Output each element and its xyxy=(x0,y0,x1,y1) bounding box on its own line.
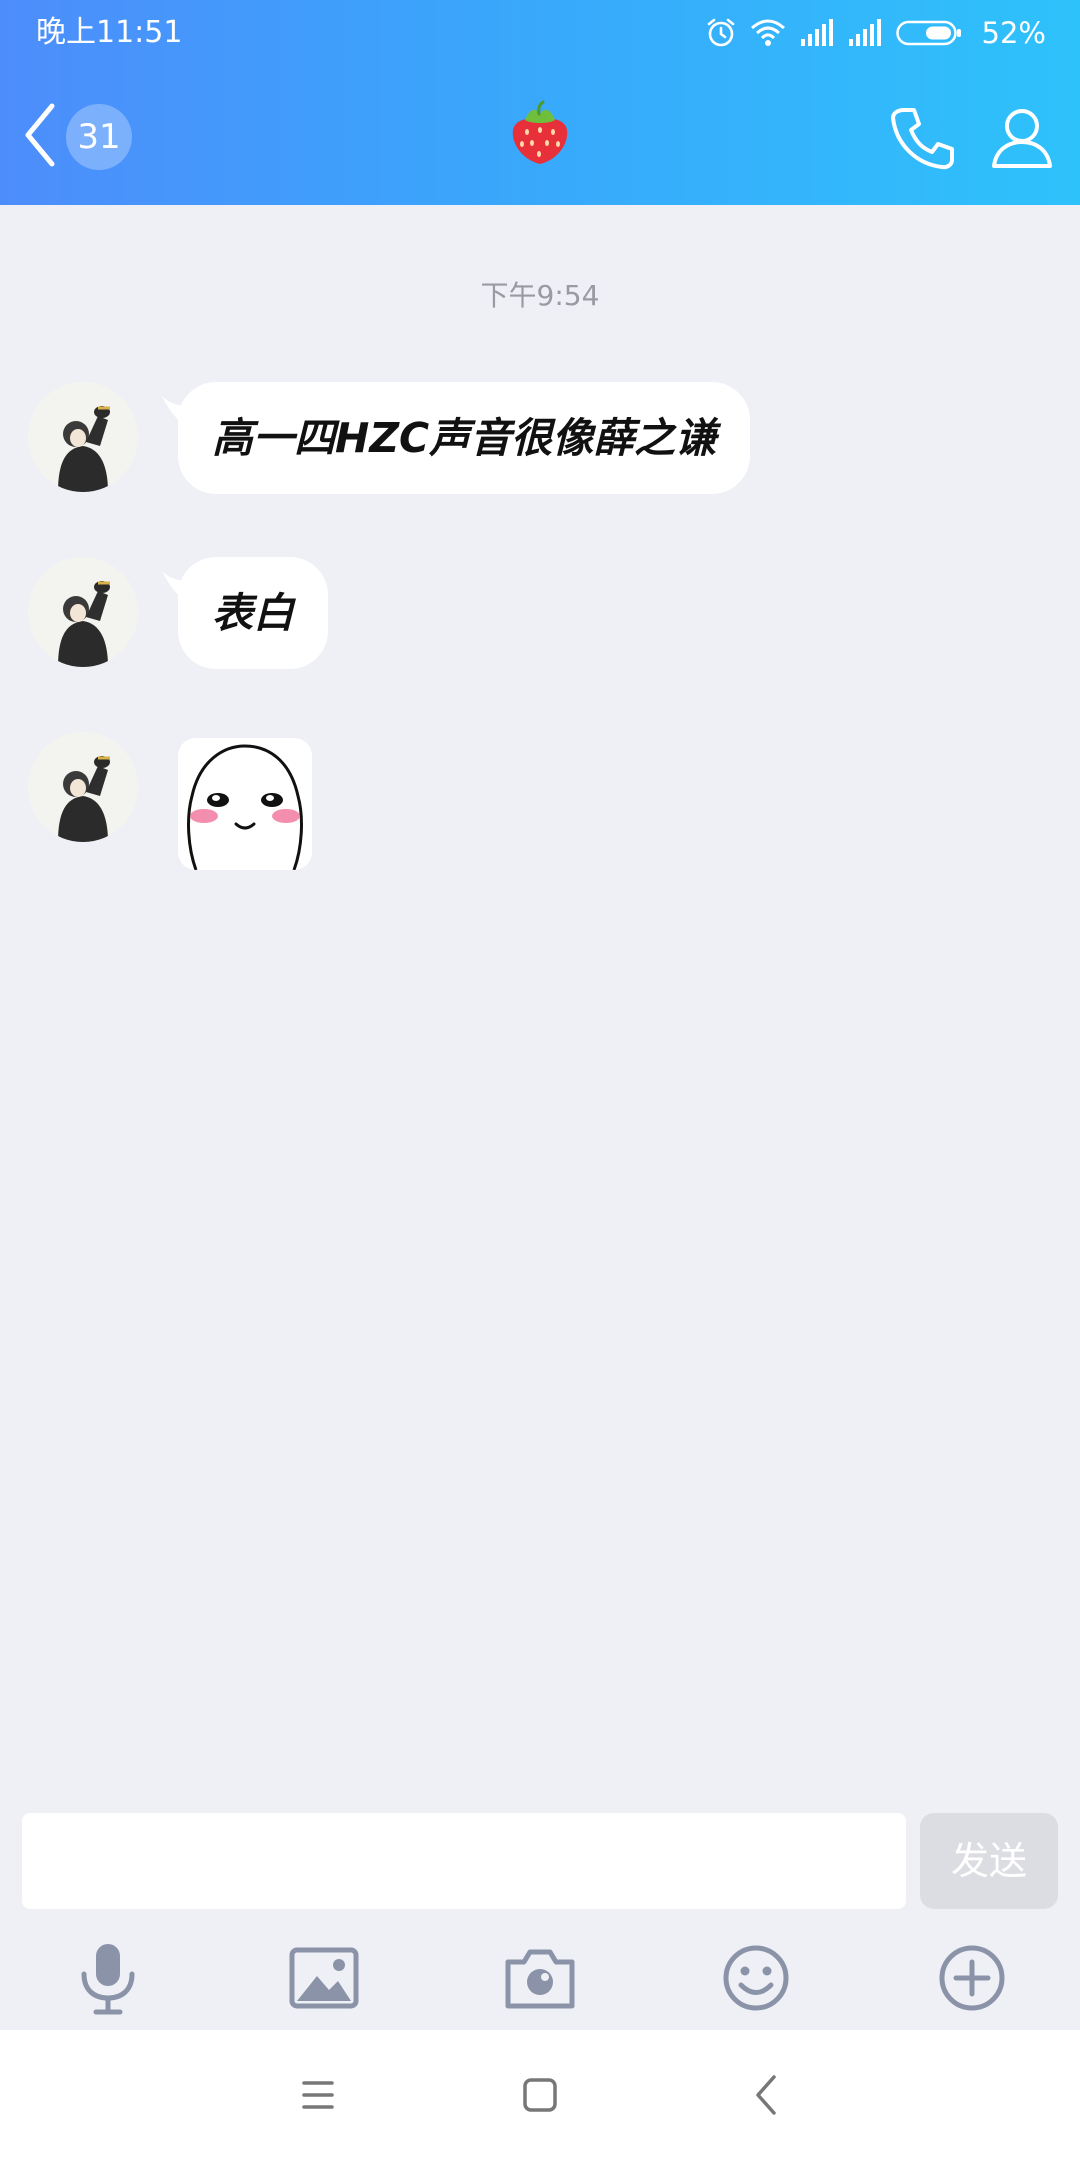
strawberry-icon xyxy=(512,100,568,164)
chat-title xyxy=(490,100,590,172)
message-row: 表白 xyxy=(0,557,1080,669)
avatar[interactable] xyxy=(28,732,138,842)
phone-call-button[interactable] xyxy=(886,102,958,174)
phone-icon xyxy=(891,108,954,170)
composer-toolbar xyxy=(0,1938,1080,2018)
nav-home-button[interactable] xyxy=(508,2063,572,2127)
back-icon xyxy=(756,2075,776,2115)
emoji-icon xyxy=(723,1945,789,2011)
camera-button[interactable] xyxy=(500,1938,580,2018)
battery-percent: 52% xyxy=(981,16,1046,50)
nav-back-button[interactable] xyxy=(736,2063,800,2127)
blushing-face-sticker[interactable] xyxy=(178,738,312,870)
signal-icon xyxy=(848,19,882,47)
battery-icon xyxy=(895,20,962,46)
message-input[interactable] xyxy=(22,1813,906,1909)
back-button[interactable]: 31 xyxy=(14,96,144,176)
profile-icon xyxy=(992,109,1052,168)
signal-icon xyxy=(800,19,834,47)
status-bar: 晚上11:51 52% xyxy=(0,0,1080,66)
message-timestamp: 下午9:54 xyxy=(480,279,600,312)
avatar[interactable] xyxy=(28,382,138,492)
header: 晚上11:51 52% 31 xyxy=(0,0,1080,205)
profile-button[interactable] xyxy=(986,102,1058,174)
microphone-icon xyxy=(81,1944,135,2015)
title-bar: 31 xyxy=(0,66,1080,205)
message-bubble[interactable]: 高一四HZC声音很像薛之谦 xyxy=(178,382,751,494)
status-icons: 52% xyxy=(706,14,1046,52)
back-icon xyxy=(20,100,60,174)
emoji-button[interactable] xyxy=(716,1938,796,2018)
system-nav-bar xyxy=(0,2030,1080,2160)
camera-icon xyxy=(505,1949,575,2009)
plus-circle-icon xyxy=(939,1945,1005,2011)
home-icon xyxy=(523,2078,557,2112)
message-row xyxy=(0,732,1080,872)
wifi-icon xyxy=(750,18,786,48)
message-composer: 发送 xyxy=(0,1800,1080,2030)
unread-count-badge: 31 xyxy=(66,104,132,170)
image-icon xyxy=(289,1947,359,2009)
menu-icon xyxy=(302,2081,334,2109)
message-row: 高一四HZC声音很像薛之谦 xyxy=(0,382,1080,494)
image-button[interactable] xyxy=(284,1938,364,2018)
status-time: 晚上11:51 xyxy=(36,15,183,50)
nav-menu-button[interactable] xyxy=(286,2063,350,2127)
alarm-icon xyxy=(706,17,736,49)
more-button[interactable] xyxy=(932,1938,1012,2018)
avatar[interactable] xyxy=(28,557,138,667)
send-button[interactable]: 发送 xyxy=(920,1813,1058,1909)
message-bubble[interactable]: 表白 xyxy=(178,557,328,669)
voice-button[interactable] xyxy=(68,1938,148,2018)
chat-screen: 晚上11:51 52% 31 下午9:54 高一四HZC声音很像薛之谦 表白 发… xyxy=(0,0,1080,2160)
